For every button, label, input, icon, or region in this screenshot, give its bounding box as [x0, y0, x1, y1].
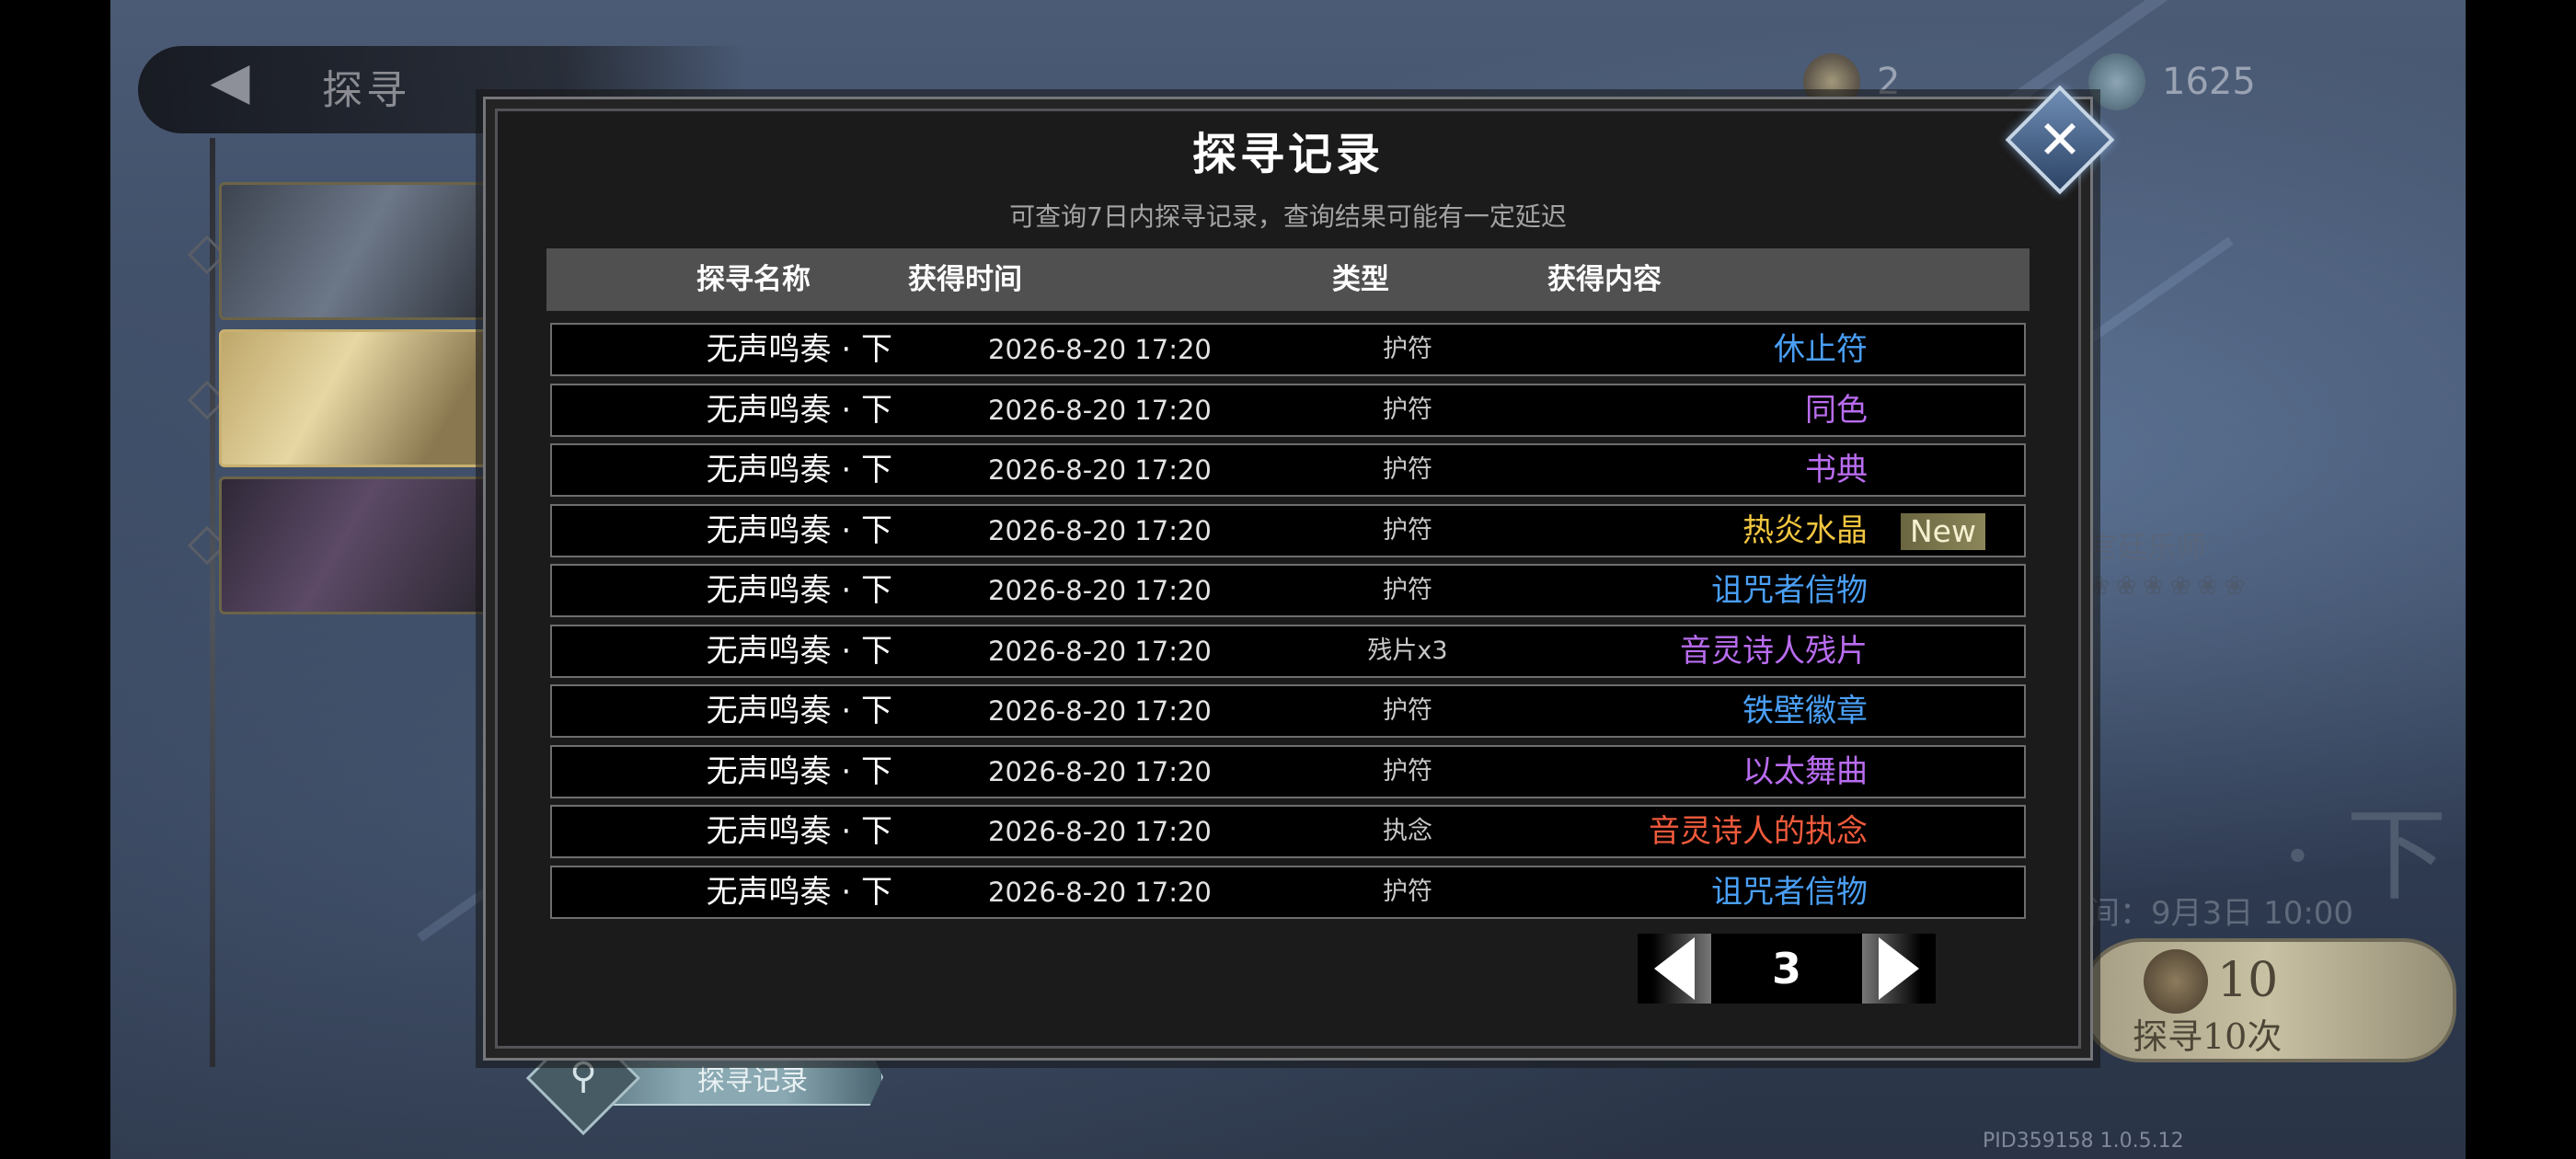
row-content: 铁壁徽章 — [1742, 693, 1868, 729]
letterbox-right — [2466, 0, 2576, 1159]
row-time: 2026-8-20 17:20 — [988, 816, 1212, 847]
table-row: 无声鸣奏 · 下 2026-8-20 17:20 护符 铁壁徽章 — [550, 684, 2026, 738]
table-row: 无声鸣奏 · 下 2026-8-20 17:20 护符 同色 — [550, 383, 2026, 437]
left-panel-rail — [210, 138, 215, 1067]
record-list: 无声鸣奏 · 下 2026-8-20 17:20 护符 休止符 无声鸣奏 · 下… — [550, 323, 2026, 925]
row-banner-name: 无声鸣奏 · 下 — [706, 813, 892, 850]
row-content: 以太舞曲 — [1742, 752, 1868, 790]
banner-card-3[interactable] — [219, 476, 495, 614]
row-type: 残片x3 — [1367, 636, 1448, 665]
row-time: 2026-8-20 17:20 — [988, 514, 1212, 546]
row-type: 护符 — [1383, 877, 1432, 906]
row-time: 2026-8-20 17:20 — [988, 454, 1212, 486]
row-content: 同色 — [1805, 391, 1868, 429]
row-content: 热炎水晶 — [1742, 511, 1868, 549]
row-banner-name: 无声鸣奏 · 下 — [706, 693, 892, 729]
back-arrow-icon[interactable]: ◀ — [193, 52, 267, 111]
dialog-title: 探寻记录 — [1191, 129, 1384, 180]
row-banner-name: 无声鸣奏 · 下 — [706, 873, 892, 911]
crystal-count: 1625 — [2162, 61, 2256, 103]
row-banner-name: 无声鸣奏 · 下 — [706, 632, 892, 670]
letterbox-left — [0, 0, 110, 1159]
column-header-content: 获得内容 — [1547, 263, 1662, 296]
rarity-decoration: ❀❀❀❀❀❀ — [2088, 570, 2251, 601]
character-name-label: 宫廷乐师 — [2088, 530, 2207, 565]
banner-end-time: 间：9月3日 10:00 — [2088, 895, 2354, 932]
table-row: 无声鸣奏 · 下 2026-8-20 17:20 执念 音灵诗人的执念 — [550, 805, 2026, 858]
table-row: 无声鸣奏 · 下 2026-8-20 17:20 护符 诅咒者信物 — [550, 564, 2026, 617]
row-time: 2026-8-20 17:20 — [988, 755, 1212, 787]
row-type: 护符 — [1383, 515, 1432, 545]
row-banner-name: 无声鸣奏 · 下 — [706, 511, 892, 549]
row-content: 休止符 — [1774, 331, 1868, 368]
new-badge: New — [1901, 512, 1985, 550]
summon-coin-icon — [2144, 949, 2208, 1014]
screen-title: 探寻 — [322, 67, 410, 114]
prev-page-button[interactable] — [1638, 934, 1711, 1004]
row-banner-name: 无声鸣奏 · 下 — [706, 331, 892, 368]
column-header-type: 类型 — [1332, 263, 1389, 296]
table-row: 无声鸣奏 · 下 2026-8-20 17:20 护符 书典 — [550, 443, 2026, 497]
magnifier-icon: ⚲ — [569, 1055, 597, 1097]
row-time: 2026-8-20 17:20 — [988, 575, 1212, 606]
arrow-left-icon — [1654, 937, 1695, 1000]
row-time: 2026-8-20 17:20 — [988, 695, 1212, 727]
row-time: 2026-8-20 17:20 — [988, 876, 1212, 908]
current-page-number: 3 — [1771, 944, 1801, 993]
row-banner-name: 无声鸣奏 · 下 — [706, 452, 892, 488]
table-row: 无声鸣奏 · 下 2026-8-20 17:20 护符 诅咒者信物 — [550, 865, 2026, 919]
row-banner-name: 无声鸣奏 · 下 — [706, 391, 892, 429]
row-content: 诅咒者信物 — [1711, 873, 1868, 911]
row-type: 护符 — [1383, 696, 1432, 725]
table-row: 无声鸣奏 · 下 2026-8-20 17:20 残片x3 音灵诗人残片 — [550, 624, 2026, 678]
row-type: 护符 — [1383, 576, 1432, 604]
record-button-label: 探寻记录 — [697, 1065, 808, 1097]
row-content: 诅咒者信物 — [1711, 572, 1868, 609]
version-text: PID359158 1.0.5.12 — [1983, 1130, 2184, 1153]
next-page-button[interactable] — [1862, 934, 1936, 1004]
summon-10-label: 探寻10次 — [2133, 1016, 2283, 1057]
row-content: 书典 — [1805, 452, 1868, 488]
resource-crystal: 1625 — [2088, 53, 2256, 110]
row-time: 2026-8-20 17:20 — [988, 394, 1212, 426]
table-row: 无声鸣奏 · 下 2026-8-20 17:20 护符 热炎水晶 New — [550, 503, 2026, 557]
dialog-subtitle: 可查询7日内探寻记录，查询结果可能有一定延迟 — [1009, 201, 1567, 232]
row-banner-name: 无声鸣奏 · 下 — [706, 572, 892, 609]
banner-card-2[interactable] — [219, 329, 495, 467]
column-header-time: 获得时间 — [908, 263, 1022, 296]
row-type: 护符 — [1383, 756, 1432, 786]
table-row: 无声鸣奏 · 下 2026-8-20 17:20 护符 以太舞曲 — [550, 744, 2026, 798]
row-type: 执念 — [1383, 817, 1432, 845]
row-time: 2026-8-20 17:20 — [988, 635, 1212, 667]
row-time: 2026-8-20 17:20 — [988, 334, 1212, 365]
row-type: 护符 — [1383, 335, 1432, 363]
table-row: 无声鸣奏 · 下 2026-8-20 17:20 护符 休止符 — [550, 323, 2026, 376]
row-content: 音灵诗人残片 — [1680, 632, 1868, 670]
arrow-right-icon — [1879, 937, 1919, 1000]
row-type: 护符 — [1383, 395, 1432, 424]
summon-cost: 10 — [2217, 953, 2279, 1008]
row-type: 护符 — [1383, 455, 1432, 484]
row-banner-name: 无声鸣奏 · 下 — [706, 752, 892, 790]
table-header: 探寻名称 获得时间 类型 获得内容 — [546, 248, 2030, 311]
pagination: 3 — [1638, 934, 1936, 1004]
close-icon[interactable]: ✕ — [2021, 101, 2099, 178]
row-content: 音灵诗人的执念 — [1649, 813, 1868, 850]
